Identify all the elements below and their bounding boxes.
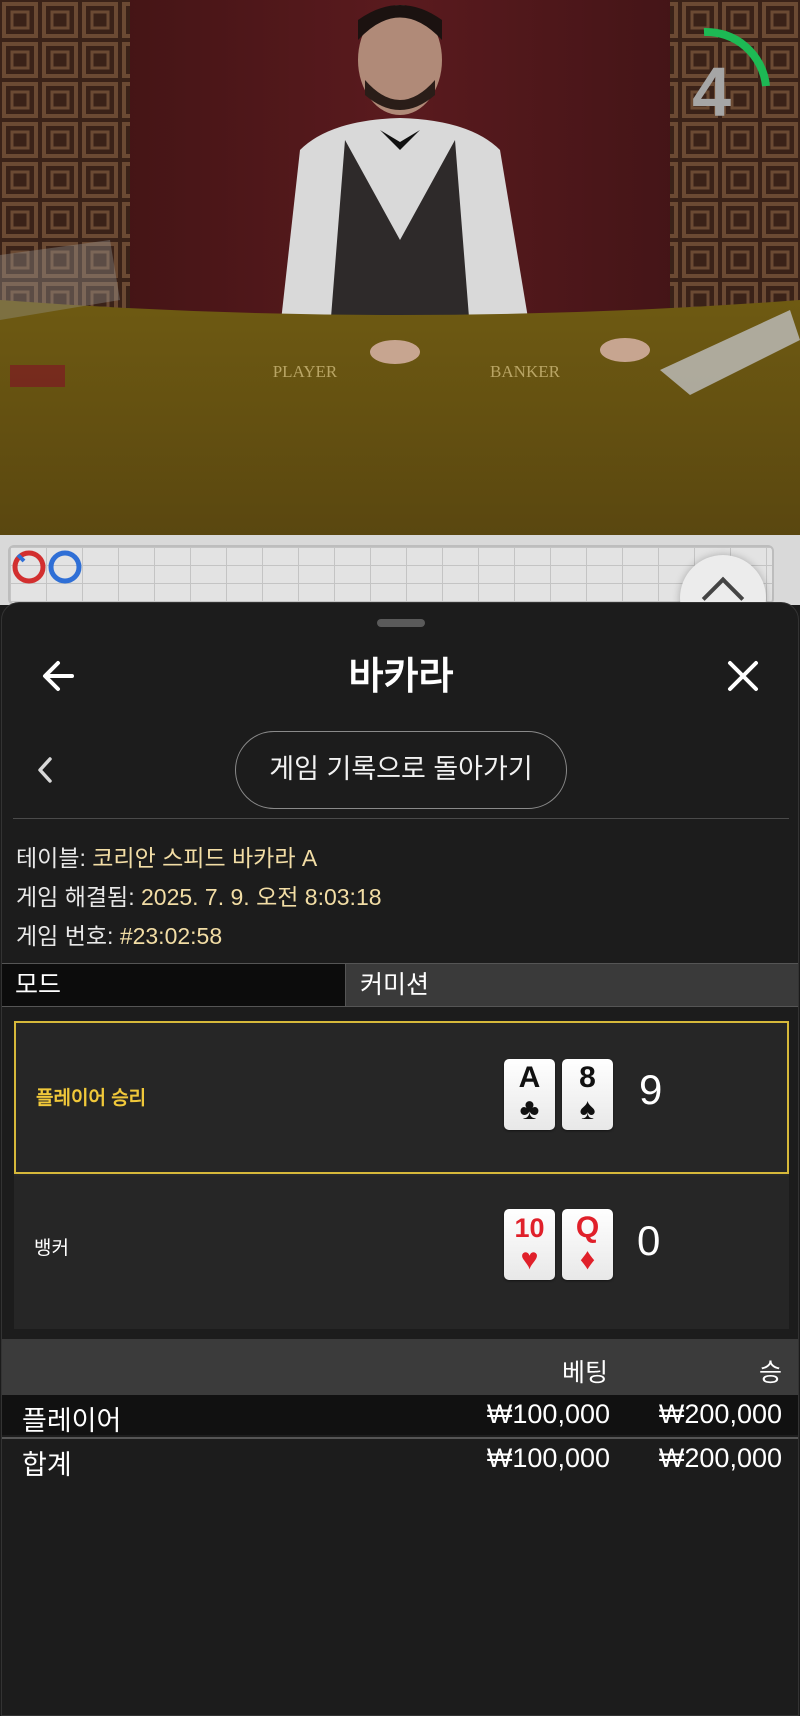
resolved-label: 게임 해결됨: <box>16 884 141 910</box>
resolved-value: 2025. 7. 9. 오전 8:03:18 <box>140 884 382 910</box>
result-panel: 플레이어 승리 A ♣ 8 ♠ 9 뱅커 10 ♥ Q ♦ 0 <box>14 1021 789 1329</box>
roadmap-circle-icon <box>12 550 82 584</box>
bet-name: 플레이어 <box>22 1406 122 1436</box>
card-rank: A <box>518 1061 541 1094</box>
countdown-timer: 4 <box>676 24 772 131</box>
win-column-header: 승 <box>758 1359 782 1387</box>
divider <box>13 818 789 819</box>
back-arrow-icon[interactable] <box>38 655 80 697</box>
countdown-number: 4 <box>692 53 731 131</box>
total-row: 합계 ₩100,000 ₩200,000 <box>2 1437 798 1480</box>
banker-score: 0 <box>637 1217 661 1264</box>
game-number-value: #23:02:58 <box>119 923 223 949</box>
player-card-1: A ♣ <box>504 1059 555 1130</box>
total-label: 합계 <box>22 1450 72 1480</box>
total-win-amount: ₩200,000 <box>658 1443 782 1473</box>
card-rank: 8 <box>579 1061 596 1094</box>
win-amount: ₩200,000 <box>658 1399 782 1429</box>
player-result-row: 플레이어 승리 A ♣ 8 ♠ 9 <box>14 1021 789 1174</box>
card-rank: 10 <box>514 1213 545 1243</box>
bet-column-header: 베팅 <box>562 1359 609 1387</box>
commission-label: 커미션 <box>360 971 430 999</box>
game-number-info: 게임 번호: #23:02:58 <box>16 917 222 951</box>
banker-result-label: 뱅커 <box>34 1238 69 1259</box>
banker-card-1: 10 ♥ <box>504 1209 555 1280</box>
club-suit-icon: ♣ <box>519 1093 540 1126</box>
card-rank: Q <box>575 1211 600 1244</box>
resolved-info: 게임 해결됨: 2025. 7. 9. 오전 8:03:18 <box>16 878 382 912</box>
sheet-drag-handle[interactable] <box>377 619 425 627</box>
bets-table-header: 베팅 승 <box>2 1339 798 1395</box>
chevron-left-icon[interactable] <box>32 753 56 787</box>
table-row: 플레이어 ₩100,000 ₩200,000 <box>2 1395 798 1436</box>
table-info: 테이블: 코리안 스피드 바카라 A <box>16 839 317 873</box>
diamond-suit-icon: ♦ <box>579 1243 596 1276</box>
felt-banker-marking: BANKER <box>490 362 561 381</box>
mode-bar: 모드 커미션 <box>2 963 798 1007</box>
player-result-label: 플레이어 승리 <box>36 1088 147 1109</box>
table-label: 테이블: <box>16 845 93 871</box>
heart-suit-icon: ♥ <box>520 1243 539 1276</box>
player-score: 9 <box>639 1066 663 1113</box>
game-history-sheet: 바카라 게임 기록으로 돌아가기 테이블: 코리안 스피드 바카라 A 게임 해… <box>1 602 799 1716</box>
bet-amount: ₩100,000 <box>486 1399 610 1429</box>
felt-player-marking: PLAYER <box>273 362 338 381</box>
sheet-header: 바카라 <box>2 647 798 707</box>
roadmap-grid <box>8 545 774 605</box>
banker-result-row: 뱅커 10 ♥ Q ♦ 0 <box>14 1176 789 1329</box>
table-value: 코리안 스피드 바카라 A <box>92 845 318 871</box>
page-title: 바카라 <box>348 656 454 698</box>
spade-suit-icon: ♠ <box>579 1093 596 1126</box>
total-bet-amount: ₩100,000 <box>486 1443 610 1473</box>
game-number-label: 게임 번호: <box>16 923 120 949</box>
close-icon[interactable] <box>722 655 764 697</box>
mode-label: 모드 <box>2 964 346 1006</box>
return-to-history-button[interactable]: 게임 기록으로 돌아가기 <box>235 731 567 809</box>
banker-card-2: Q ♦ <box>562 1209 613 1280</box>
live-video-feed: PLAYER BANKER 4 <box>0 0 800 535</box>
player-card-2: 8 ♠ <box>562 1059 613 1130</box>
